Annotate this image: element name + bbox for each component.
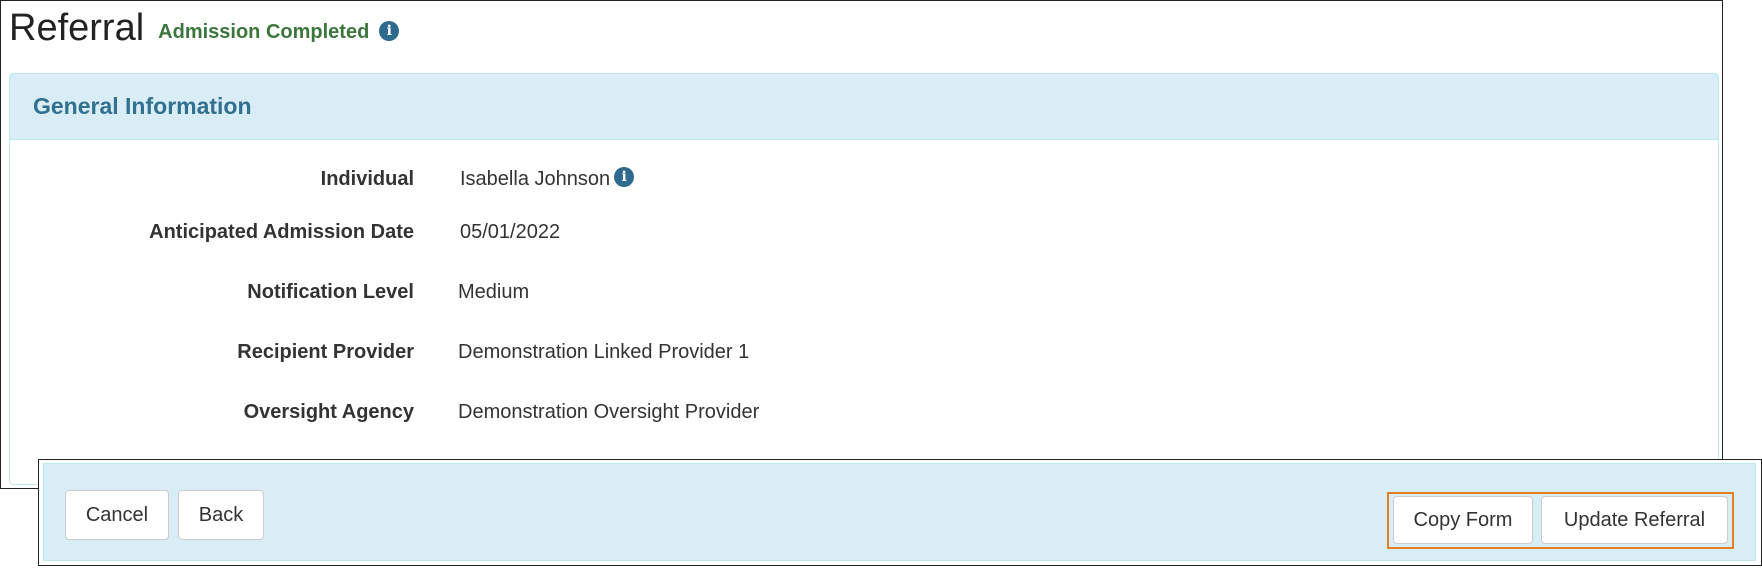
general-information-panel: General Information Individual Isabella …: [9, 73, 1719, 485]
field-row-admission-date: Anticipated Admission Date 05/01/2022: [10, 212, 1718, 252]
info-circle-icon[interactable]: i: [379, 21, 400, 41]
field-label-oversight-agency: Oversight Agency: [243, 400, 414, 423]
field-row-oversight-agency: Oversight Agency Demonstration Oversight…: [10, 392, 1718, 432]
update-referral-button[interactable]: Update Referral: [1541, 496, 1728, 544]
field-row-individual: Individual Isabella Johnson i: [10, 159, 1718, 199]
footer-frame: Cancel Back Copy Form Update Referral: [38, 459, 1762, 566]
info-circle-icon[interactable]: i: [614, 167, 635, 187]
field-value-oversight-agency: Demonstration Oversight Provider: [458, 400, 760, 423]
page-title: Referral: [9, 7, 145, 49]
field-label-individual: Individual: [320, 167, 414, 190]
individual-name: Isabella Johnson: [460, 167, 611, 190]
panel-title: General Information: [33, 93, 252, 119]
field-row-recipient-provider: Recipient Provider Demonstration Linked …: [10, 332, 1718, 372]
field-label-notification-level: Notification Level: [247, 280, 414, 303]
field-label-recipient-provider: Recipient Provider: [237, 340, 414, 363]
back-button[interactable]: Back: [178, 490, 264, 540]
field-value-recipient-provider: Demonstration Linked Provider 1: [458, 340, 750, 363]
field-row-notification-level: Notification Level Medium: [10, 272, 1718, 312]
field-value-notification-level: Medium: [458, 280, 530, 303]
field-value-admission-date: 05/01/2022: [460, 220, 561, 243]
panel-heading: General Information: [10, 74, 1718, 140]
footer-action-bar: Cancel Back Copy Form Update Referral: [43, 463, 1756, 561]
copy-form-button[interactable]: Copy Form: [1393, 496, 1533, 544]
page-header: Referral Admission Completed i: [9, 3, 400, 53]
main-frame: Referral Admission Completed i General I…: [0, 0, 1723, 489]
field-value-individual: Isabella Johnson i: [460, 167, 635, 191]
status-badge: Admission Completed: [158, 20, 370, 43]
field-label-admission-date: Anticipated Admission Date: [149, 220, 414, 243]
cancel-button[interactable]: Cancel: [65, 490, 169, 540]
